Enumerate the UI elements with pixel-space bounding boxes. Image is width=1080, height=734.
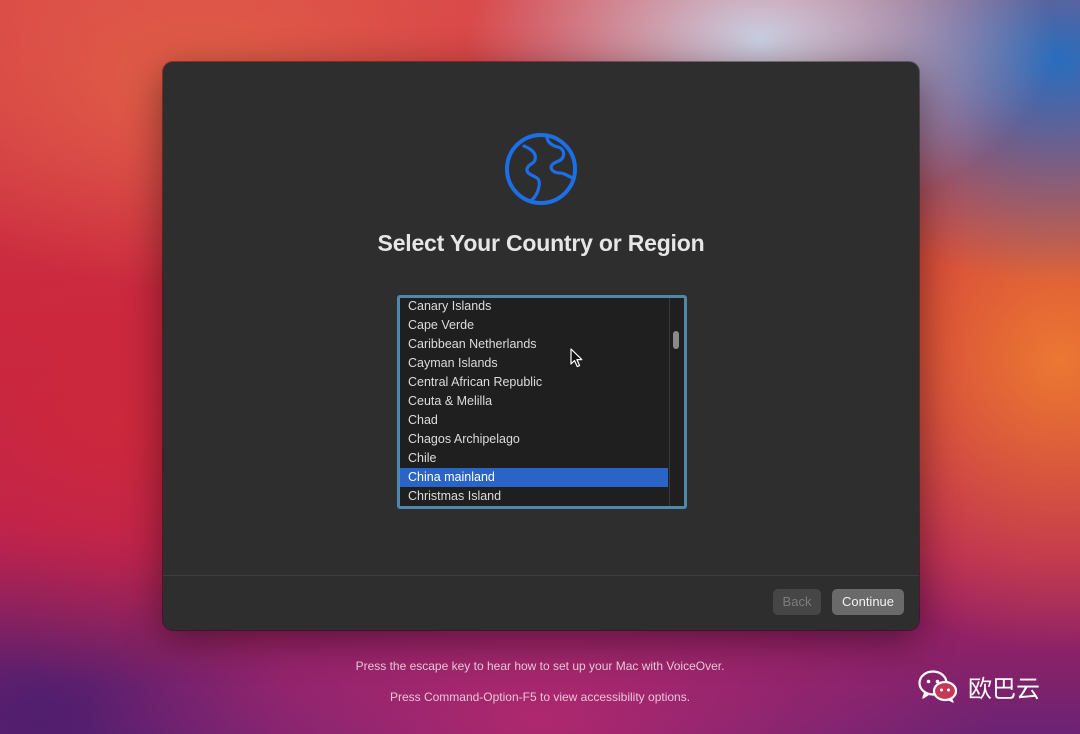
setup-assistant-window: Select Your Country or Region Canary Isl…	[163, 62, 919, 630]
country-list-item[interactable]: Chad	[400, 411, 668, 430]
country-list-item[interactable]: Central African Republic	[400, 373, 668, 392]
country-list-item[interactable]: Cayman Islands	[400, 354, 668, 373]
desktop-background: Select Your Country or Region Canary Isl…	[0, 0, 1080, 734]
globe-icon	[505, 133, 577, 205]
country-list-items: Canary Islands Cape Verde Caribbean Nether…	[400, 298, 668, 506]
country-list-item[interactable]: Canary Islands	[400, 298, 668, 316]
watermark-text: 欧巴云	[968, 674, 1040, 703]
country-list-item[interactable]: Cape Verde	[400, 316, 668, 335]
pointer-cursor-icon	[570, 348, 583, 368]
country-list-item[interactable]: Christmas Island	[400, 487, 668, 506]
scrollbar-thumb[interactable]	[673, 331, 679, 349]
country-list-item[interactable]: China mainland	[400, 468, 668, 487]
footer-divider	[163, 575, 919, 576]
country-list-item[interactable]: Chile	[400, 449, 668, 468]
country-list[interactable]: Canary Islands Cape Verde Caribbean Nether…	[397, 295, 687, 509]
list-scrollbar[interactable]	[669, 298, 684, 506]
country-list-item[interactable]: Chagos Archipelago	[400, 430, 668, 449]
wechat-icon	[918, 670, 958, 703]
country-list-item[interactable]: Caribbean Netherlands	[400, 335, 668, 354]
watermark: 欧巴云	[918, 666, 1040, 706]
page-title: Select Your Country or Region	[377, 230, 705, 256]
back-button[interactable]: Back	[773, 589, 821, 615]
country-list-item[interactable]: Ceuta & Melilla	[400, 392, 668, 411]
continue-button[interactable]: Continue	[832, 589, 904, 615]
